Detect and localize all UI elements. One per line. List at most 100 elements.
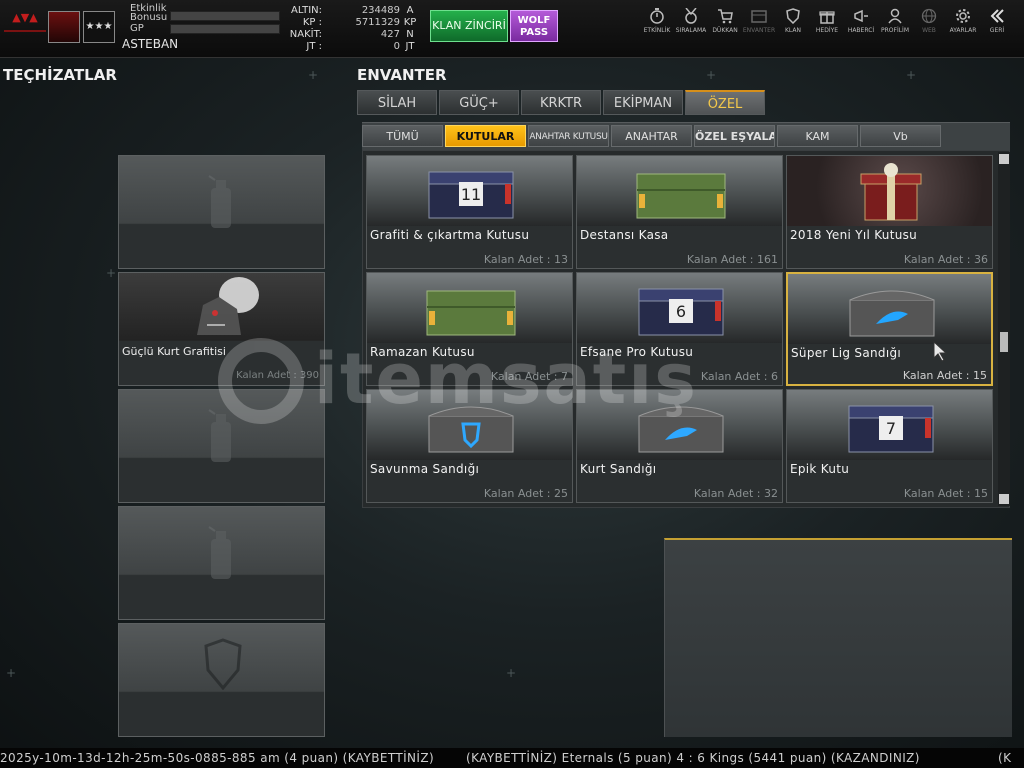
- nav-siralama[interactable]: SIRALAMA: [674, 8, 708, 34]
- nav-dukkan[interactable]: DÜKKAN: [708, 8, 742, 34]
- equip-slot-graffiti-4[interactable]: [118, 506, 325, 620]
- item-name: Süper Lig Sandığı: [791, 346, 902, 360]
- news-ticker: 2025y-10m-13d-12h-25m-50s-0885-885 am (4…: [0, 748, 1024, 768]
- main-nav: ETKİNLİK SIRALAMA DÜKKAN ENVANTER KLAN H…: [640, 8, 1014, 34]
- cart-icon: [718, 9, 733, 24]
- spray-can-icon: [208, 409, 231, 462]
- green-crate-icon: [636, 173, 726, 219]
- slot-item-name: Güçlü Kurt Grafitisi: [122, 345, 226, 358]
- slot-item-count: Kalan Adet : 390: [236, 370, 319, 381]
- item-name: Epik Kutu: [790, 462, 850, 476]
- inventory-tabs: SİLAH GÜÇ+ KRKTR EKİPMAN ÖZEL: [357, 90, 767, 115]
- cursor-icon: [933, 340, 948, 362]
- item-card[interactable]: 7 Epik Kutu Kalan Adet : 15: [786, 389, 993, 503]
- decor-plus: +: [906, 68, 917, 82]
- inventory-icon: [751, 10, 767, 23]
- top-bar: ▲▼▲ ★★★ Etkinlik Bonusu GP ASTEBAN ALTIN…: [0, 0, 1024, 58]
- scroll-down-icon[interactable]: [999, 494, 1009, 504]
- back-icon: [990, 9, 1004, 23]
- nav-envanter[interactable]: ENVANTER: [742, 8, 776, 34]
- subtab-ozel-esyalar[interactable]: ÖZEL EŞYALAR: [694, 125, 775, 147]
- tab-ozel[interactable]: ÖZEL: [685, 90, 765, 115]
- item-count: Kalan Adet : 13: [483, 253, 568, 266]
- wolf-logo: ▲▼▲: [4, 12, 46, 46]
- gear-icon: [956, 9, 970, 23]
- spray-can-icon: [208, 526, 231, 579]
- shield-icon: [786, 8, 800, 24]
- tab-krktr[interactable]: KRKTR: [521, 90, 601, 115]
- subtab-kam[interactable]: KAM: [777, 125, 858, 147]
- item-name: Efsane Pro Kutusu: [580, 345, 694, 359]
- currency-row: ALTIN: 234489 A: [291, 5, 414, 16]
- currency-row: JT :0 JT: [306, 41, 415, 52]
- nav-web[interactable]: WEB: [912, 8, 946, 34]
- nav-geri[interactable]: GERİ: [980, 8, 1014, 34]
- decor-plus: +: [106, 266, 117, 280]
- nav-ayarlar[interactable]: AYARLAR: [946, 8, 980, 34]
- spray-can-icon: [208, 175, 231, 228]
- gift-box-icon: [860, 163, 922, 221]
- equip-slot-graffiti-3[interactable]: [118, 389, 325, 503]
- equip-slot-graffiti-1[interactable]: [118, 155, 325, 269]
- rank-stars-icon: ★★★: [83, 11, 115, 43]
- equip-slot-graffiti-2[interactable]: Güçlü Kurt Grafitisi Kalan Adet : 390: [118, 272, 325, 386]
- nav-klan[interactable]: KLAN: [776, 8, 810, 34]
- item-count: Kalan Adet : 15: [903, 487, 988, 500]
- blue-box-icon: 7: [848, 405, 934, 453]
- item-card[interactable]: 11 Grafiti & çıkartma Kutusu Kalan Adet …: [366, 155, 573, 269]
- currency-panel: ALTIN: 234489 A KP :5711329 KP NAKİT: 427 N J…: [284, 5, 424, 53]
- green-crate-icon: [426, 290, 516, 336]
- item-name: Destansı Kasa: [580, 228, 669, 242]
- equip-slot-shield[interactable]: [118, 623, 325, 737]
- blue-box-icon: 6: [638, 288, 724, 336]
- metal-chest-icon: [849, 290, 935, 337]
- tab-ekipman[interactable]: EKİPMAN: [603, 90, 683, 115]
- player-name: ASTEBAN: [122, 37, 179, 51]
- item-card[interactable]: Destansı Kasa Kalan Adet : 161: [576, 155, 783, 269]
- nav-haberci[interactable]: HABERCİ: [844, 8, 878, 34]
- item-count: Kalan Adet : 25: [483, 487, 568, 500]
- scroll-up-icon[interactable]: [999, 154, 1009, 164]
- wolf-pass-button[interactable]: WOLF PASS: [510, 10, 558, 42]
- grid-scrollbar[interactable]: [998, 152, 1010, 506]
- item-name: Kurt Sandığı: [580, 462, 657, 476]
- item-card[interactable]: 2018 Yeni Yıl Kutusu Kalan Adet : 36: [786, 155, 993, 269]
- ticker-text: (KAYBETTİNİZ) Eternals (5 puan) 4 : 6 Ki…: [466, 751, 920, 765]
- ticker-text: 2025y-10m-13d-12h-25m-50s-0885-885 am (4…: [0, 751, 435, 765]
- item-card[interactable]: Kurt Sandığı Kalan Adet : 32: [576, 389, 783, 503]
- item-info-panel: [664, 538, 1012, 737]
- equipment-title: TEÇHİZATLAR: [3, 66, 117, 84]
- nav-etkinlik[interactable]: ETKİNLİK: [640, 8, 674, 34]
- subtab-tumu[interactable]: TÜMÜ: [362, 125, 443, 147]
- stopwatch-icon: [650, 8, 664, 24]
- item-count: Kalan Adet : 32: [693, 487, 778, 500]
- item-card[interactable]: 6 Efsane Pro Kutusu Kalan Adet : 6: [576, 272, 783, 386]
- item-name: Ramazan Kutusu: [370, 345, 475, 359]
- scroll-thumb[interactable]: [1000, 332, 1008, 352]
- item-count: Kalan Adet : 36: [903, 253, 988, 266]
- currency-row: NAKİT: 427 N: [289, 29, 414, 40]
- svg-text:6: 6: [676, 302, 686, 321]
- item-card[interactable]: Ramazan Kutusu Kalan Adet : 7: [366, 272, 573, 386]
- svg-text:11: 11: [461, 185, 481, 204]
- gp-bar: [170, 24, 280, 34]
- nav-profilim[interactable]: PROFİLİM: [878, 8, 912, 34]
- subtab-anahtar[interactable]: ANAHTAR: [611, 125, 692, 147]
- subtab-vb[interactable]: Vb: [860, 125, 941, 147]
- nav-hediye[interactable]: HEDİYE: [810, 8, 844, 34]
- item-card[interactable]: Savunma Sandığı Kalan Adet : 25: [366, 389, 573, 503]
- subtab-kutular[interactable]: KUTULAR: [445, 125, 526, 147]
- item-count: Kalan Adet : 161: [686, 253, 778, 266]
- wolf-pass-label: WOLF: [517, 15, 551, 26]
- subtab-anahtar-kutusu[interactable]: ANAHTAR KUTUSU: [528, 125, 609, 147]
- tab-silah[interactable]: SİLAH: [357, 90, 437, 115]
- inventory-title: ENVANTER: [357, 66, 447, 84]
- shield-slot-icon: [204, 638, 242, 690]
- tab-guc[interactable]: GÜÇ+: [439, 90, 519, 115]
- currency-row: KP :5711329 KP: [302, 17, 417, 28]
- item-name: Savunma Sandığı: [370, 462, 480, 476]
- klan-chain-button[interactable]: KLAN ZİNCİRİ: [430, 10, 508, 42]
- decor-plus: +: [506, 666, 517, 680]
- item-count: Kalan Adet : 15: [902, 369, 987, 382]
- item-card-selected[interactable]: Süper Lig Sandığı Kalan Adet : 15: [786, 272, 993, 386]
